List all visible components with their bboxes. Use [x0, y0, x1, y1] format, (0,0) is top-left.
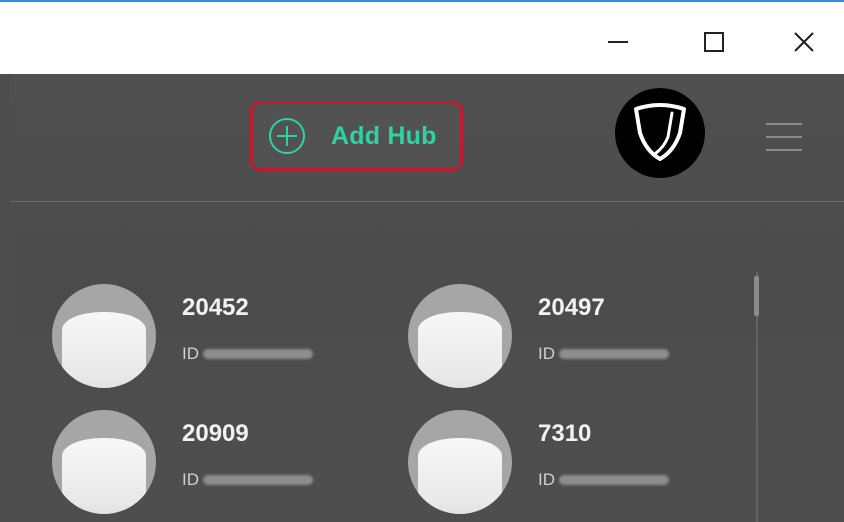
hub-id-redacted [203, 475, 313, 485]
hub-id-label: ID [538, 344, 555, 363]
hub-id-label: ID [538, 470, 555, 489]
hub-avatar [408, 284, 512, 388]
hub-avatar [52, 410, 156, 514]
window-titlebar [0, 0, 844, 74]
hub-device-image [62, 312, 146, 388]
hub-id-redacted [203, 349, 313, 359]
hub-id-redacted [559, 349, 669, 359]
plus-circle-icon [269, 118, 305, 154]
hub-avatar [52, 284, 156, 388]
close-icon [794, 32, 814, 52]
app-window: Add Hub 20452 ID 20497 ID 20909 ID 7310 … [10, 74, 844, 522]
add-hub-button[interactable]: Add Hub [250, 101, 463, 171]
hub-card[interactable]: 7310 ID [408, 410, 708, 520]
add-hub-label: Add Hub [331, 121, 437, 150]
app-header: Add Hub [10, 74, 844, 202]
hub-id-redacted [559, 475, 669, 485]
hub-id-label: ID [182, 344, 199, 363]
hamburger-menu-icon[interactable] [766, 120, 802, 154]
minimize-icon [608, 41, 628, 43]
app-logo [615, 88, 705, 178]
hub-id: ID [182, 470, 313, 490]
hub-name: 20497 [538, 294, 605, 321]
scrollbar-thumb[interactable] [754, 276, 759, 316]
close-button[interactable] [782, 20, 826, 64]
maximize-icon [704, 32, 724, 52]
hub-id: ID [538, 470, 669, 490]
hub-avatar [408, 410, 512, 514]
hub-device-image [62, 438, 146, 514]
hub-id-label: ID [182, 470, 199, 489]
hub-id: ID [538, 344, 669, 364]
hub-card[interactable]: 20452 ID [52, 284, 352, 394]
hub-name: 20452 [182, 294, 249, 321]
hub-card[interactable]: 20497 ID [408, 284, 708, 394]
hub-device-image [418, 438, 502, 514]
hub-device-image [418, 312, 502, 388]
hub-id: ID [182, 344, 313, 364]
hub-list: 20452 ID 20497 ID 20909 ID 7310 ID [10, 202, 844, 522]
hub-card[interactable]: 20909 ID [52, 410, 352, 520]
shield-icon [634, 103, 686, 161]
maximize-button[interactable] [692, 20, 736, 64]
hub-name: 7310 [538, 420, 592, 447]
minimize-button[interactable] [596, 20, 640, 64]
hub-name: 20909 [182, 420, 249, 447]
